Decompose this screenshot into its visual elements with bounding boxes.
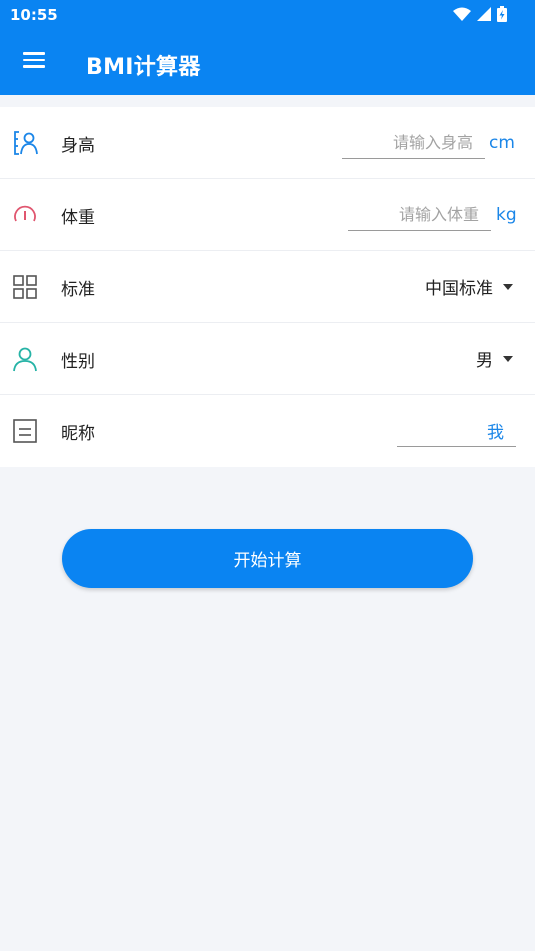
hamburger-icon-bar (23, 58, 45, 61)
bmi-form: 身高 cm 体重 kg 标准 (0, 107, 535, 467)
wifi-icon (453, 7, 471, 21)
nickname-row: 昵称 (0, 395, 535, 467)
height-label: 身高 (61, 136, 95, 156)
gender-label: 性别 (61, 352, 95, 372)
height-input-wrap (342, 127, 485, 159)
gender-row: 性别 男 (0, 323, 535, 395)
height-unit: cm (489, 133, 515, 153)
standard-select[interactable]: 中国标准 (425, 274, 513, 299)
person-icon (13, 347, 37, 372)
caret-down-icon (503, 283, 513, 290)
weight-label: 体重 (61, 208, 95, 228)
standard-row: 标准 中国标准 (0, 251, 535, 323)
standard-label: 标准 (61, 280, 95, 300)
caret-down-icon (503, 355, 513, 362)
height-input[interactable] (342, 127, 485, 158)
standard-value: 中国标准 (425, 279, 493, 299)
gender-select[interactable]: 男 (476, 346, 513, 371)
battery-icon (497, 6, 507, 22)
hamburger-icon-bar (23, 52, 45, 55)
gender-value: 男 (476, 351, 493, 371)
status-icons (453, 6, 507, 22)
nickname-input[interactable] (397, 415, 516, 446)
weight-unit: kg (496, 205, 517, 225)
gauge-icon (14, 205, 36, 222)
weight-input[interactable] (348, 199, 491, 230)
grid-icon (13, 275, 37, 299)
person-ruler-icon (14, 131, 38, 155)
nickname-label: 昵称 (61, 424, 95, 444)
signal-icon (477, 7, 491, 21)
nickname-input-wrap (397, 415, 516, 447)
height-row: 身高 cm (0, 107, 535, 179)
status-time: 10:55 (10, 6, 58, 24)
menu-button[interactable] (18, 48, 50, 76)
note-icon (13, 419, 37, 443)
weight-input-wrap (348, 199, 491, 231)
hamburger-icon-bar (23, 65, 45, 68)
weight-row: 体重 kg (0, 179, 535, 251)
app-bar: 10:55 BMI计算器 (0, 0, 535, 95)
bmi-screen: 10:55 BMI计算器 身高 请输入身高 cm 体重 请输入体重 kg 标准 … (0, 0, 535, 951)
app-title: BMI计算器 (86, 55, 201, 80)
start-calculation-button[interactable]: 开始计算 (62, 529, 473, 588)
